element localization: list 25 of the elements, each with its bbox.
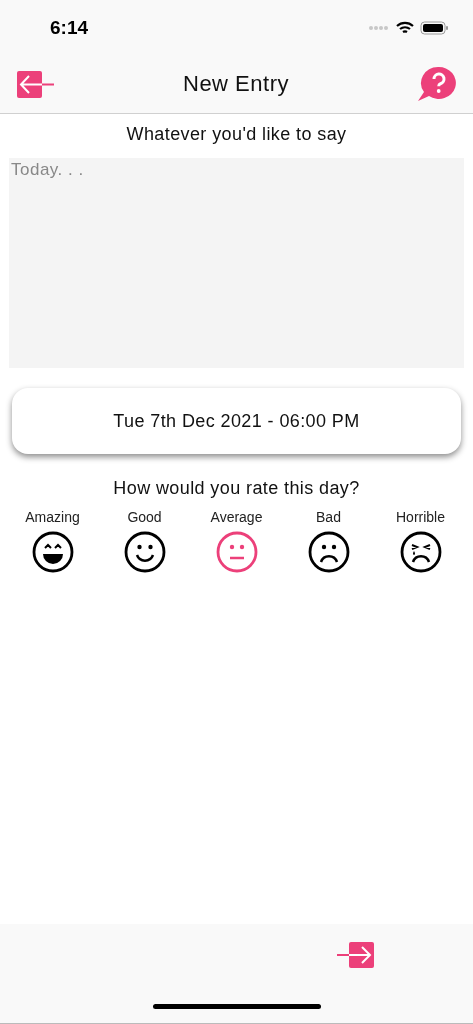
amazing-face-icon (31, 531, 74, 573)
mood-option[interactable]: Bad (282, 509, 375, 573)
back-button[interactable] (17, 70, 54, 98)
mood-option[interactable]: Horrible (374, 509, 467, 573)
mood-option[interactable]: Average (190, 509, 283, 573)
submit-button[interactable] (337, 942, 374, 968)
arrow-left-icon (17, 70, 54, 98)
mood-option[interactable]: Good (98, 509, 191, 573)
battery-icon (420, 20, 449, 35)
mood-option[interactable]: Amazing (6, 509, 99, 573)
question-bubble-icon (418, 66, 456, 102)
date-button[interactable]: Tue 7th Dec 2021 - 06:00 PM (12, 388, 461, 454)
wifi-icon (396, 20, 414, 35)
entry-field[interactable]: Today. . . (9, 158, 464, 368)
help-button[interactable] (418, 66, 456, 102)
good-face-icon (123, 531, 166, 573)
horrible-face-icon (399, 531, 442, 573)
rating-question: How would you rate this day? (113, 478, 360, 499)
bad-face-icon (307, 531, 350, 573)
signal-icon (368, 24, 390, 31)
screen-title: New Entry (183, 71, 289, 97)
arrow-right-icon (337, 942, 374, 968)
average-face-icon (215, 531, 258, 573)
entry-prompt: Whatever you'd like to say (126, 124, 347, 146)
status-time: 6:14 (50, 16, 89, 39)
